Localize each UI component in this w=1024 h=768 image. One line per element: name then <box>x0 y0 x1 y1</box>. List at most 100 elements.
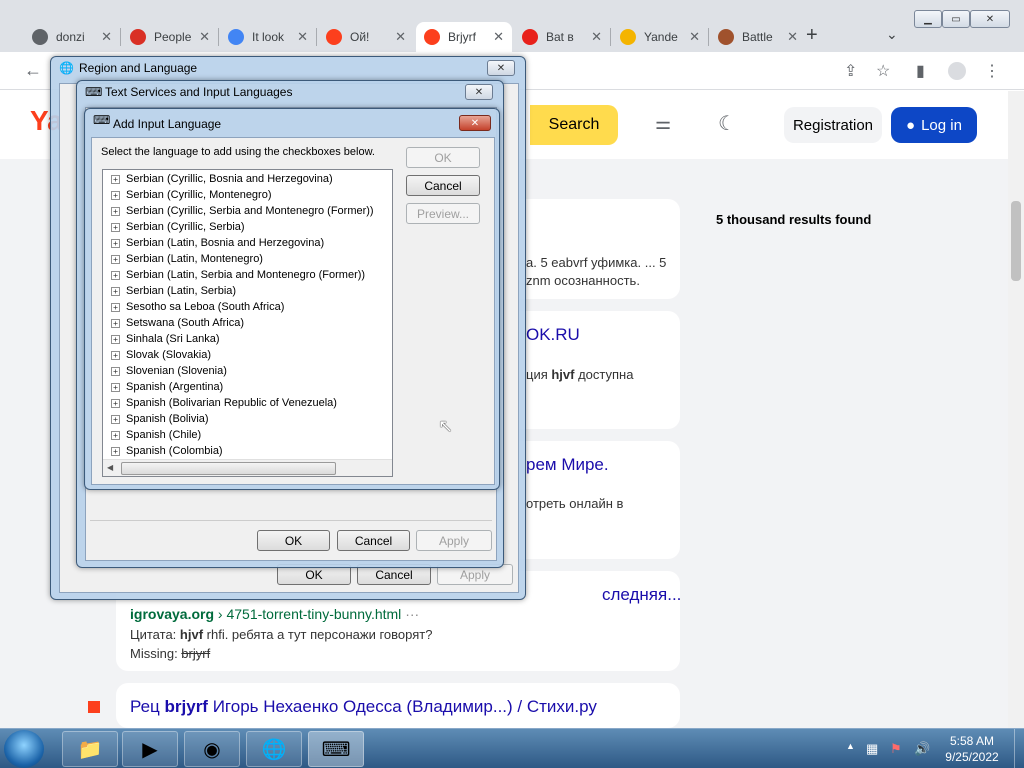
close-window-button[interactable]: ✕ <box>970 10 1010 28</box>
preview-button[interactable]: Preview... <box>406 203 480 224</box>
language-tree-item[interactable]: + Sesotho sa Leboa (South Africa) <box>111 299 284 315</box>
expand-plus-icon[interactable]: + <box>111 350 120 360</box>
language-tree-list[interactable]: + Serbian (Cyrillic, Bosnia and Herzegovi… <box>102 169 393 477</box>
side-panel-icon[interactable]: ▮ <box>916 61 925 81</box>
tab-close-icon[interactable]: ✕ <box>395 29 406 45</box>
language-tree-item[interactable]: + Spanish (Colombia) <box>111 443 223 459</box>
scroll-left-arrow-icon[interactable]: ◀ <box>107 463 113 472</box>
volume-icon[interactable]: 🔊 <box>914 741 930 757</box>
expand-plus-icon[interactable]: + <box>111 430 120 440</box>
expand-plus-icon[interactable]: + <box>111 398 120 408</box>
expand-plus-icon[interactable]: + <box>111 318 120 328</box>
filter-icon[interactable]: ⚌ <box>655 113 671 134</box>
result-title[interactable]: следняя... <box>602 585 681 605</box>
language-tree-item[interactable]: + Serbian (Cyrillic, Serbia) <box>111 219 245 235</box>
search-button[interactable]: Search <box>530 105 618 145</box>
bookmark-star-icon[interactable]: ☆ <box>876 61 890 81</box>
language-tree-item[interactable]: + Serbian (Latin, Serbia and Montenegro (… <box>111 267 365 283</box>
language-tree-item[interactable]: + Serbian (Cyrillic, Bosnia and Herzegovi… <box>111 171 333 187</box>
language-tree-item[interactable]: + Setswana (South Africa) <box>111 315 244 331</box>
expand-plus-icon[interactable]: + <box>111 222 120 232</box>
minimize-button[interactable]: ▁ <box>914 10 942 28</box>
tab-close-icon[interactable]: ✕ <box>787 29 798 45</box>
tab-close-icon[interactable]: ✕ <box>591 29 602 45</box>
page-scrollbar[interactable] <box>1008 91 1024 728</box>
browser-tab[interactable]: Battle ✕ <box>710 22 806 52</box>
expand-plus-icon[interactable]: + <box>111 382 120 392</box>
browser-tab[interactable]: People ✕ <box>122 22 218 52</box>
language-tree-item[interactable]: + Serbian (Latin, Montenegro) <box>111 251 263 267</box>
expand-plus-icon[interactable]: + <box>111 174 120 184</box>
tray-expand-icon[interactable]: ▲ <box>846 741 855 751</box>
expand-plus-icon[interactable]: + <box>111 254 120 264</box>
language-tree-item[interactable]: + Serbian (Latin, Bosnia and Herzegovina) <box>111 235 324 251</box>
maximize-button[interactable]: ▭ <box>942 10 970 28</box>
language-tree-item[interactable]: + Spanish (Bolivia) <box>111 411 209 427</box>
registration-button[interactable]: Registration <box>784 107 882 143</box>
share-icon[interactable]: ⇪ <box>844 61 857 81</box>
close-button[interactable]: ✕ <box>487 60 515 76</box>
expand-plus-icon[interactable]: + <box>111 414 120 424</box>
horizontal-scroll-thumb[interactable] <box>121 462 336 475</box>
result-title[interactable]: рем Мире. <box>526 455 609 475</box>
language-tree-item[interactable]: + Slovak (Slovakia) <box>111 347 211 363</box>
chrome-icon[interactable]: ◉ <box>184 731 240 767</box>
tab-close-icon[interactable]: ✕ <box>297 29 308 45</box>
apply-button[interactable]: Apply <box>416 530 492 551</box>
tab-search-icon[interactable]: ⌄ <box>886 26 898 43</box>
tab-close-icon[interactable]: ✕ <box>101 29 112 45</box>
new-tab-button[interactable]: + <box>806 24 818 47</box>
language-tree-item[interactable]: + Serbian (Cyrillic, Montenegro) <box>111 187 272 203</box>
expand-plus-icon[interactable]: + <box>111 270 120 280</box>
language-tree-item[interactable]: + Serbian (Cyrillic, Serbia and Montenegr… <box>111 203 374 219</box>
expand-plus-icon[interactable]: + <box>111 190 120 200</box>
show-desktop-button[interactable] <box>1014 729 1024 768</box>
cancel-button[interactable]: Cancel <box>406 175 480 196</box>
action-center-icon[interactable]: ⚑ <box>890 741 902 757</box>
result-title[interactable]: OK.RU <box>526 325 580 345</box>
region-globe-icon[interactable]: 🌐 <box>246 731 302 767</box>
close-button[interactable]: ✕ <box>459 115 491 131</box>
scrollbar-thumb[interactable] <box>1011 201 1021 281</box>
expand-plus-icon[interactable]: + <box>111 446 120 456</box>
more-options-icon[interactable]: ··· <box>405 606 419 622</box>
tab-close-icon[interactable]: ✕ <box>493 29 504 45</box>
browser-tab[interactable]: Brjyrf ✕ <box>416 22 512 52</box>
start-button[interactable] <box>4 730 44 768</box>
browser-tab[interactable]: Bat в ✕ <box>514 22 610 52</box>
expand-plus-icon[interactable]: + <box>111 302 120 312</box>
system-clock[interactable]: 5:58 AM 9/25/2022 <box>930 733 1014 765</box>
result-title[interactable]: Рец brjyrf Игорь Нехаенко Одесса (Владим… <box>130 697 597 717</box>
back-arrow-icon[interactable]: ← <box>24 60 42 81</box>
result-url[interactable]: igrovaya.org › 4751-torrent-tiny-bunny.h… <box>130 606 419 622</box>
horizontal-scrollbar[interactable]: ◀ ▶ <box>103 459 392 476</box>
browser-tab[interactable]: donzi ✕ <box>24 22 120 52</box>
language-tree-item[interactable]: + Spanish (Bolivarian Republic of Venezue… <box>111 395 337 411</box>
language-tree-item[interactable]: + Spanish (Chile) <box>111 427 201 443</box>
dark-mode-moon-icon[interactable]: ☾ <box>718 111 736 136</box>
ok-button[interactable]: OK <box>406 147 480 168</box>
explorer-icon[interactable]: 📁 <box>62 731 118 767</box>
language-tree-item[interactable]: + Spanish (Argentina) <box>111 379 223 395</box>
close-button[interactable]: ✕ <box>465 84 493 100</box>
profile-avatar-icon[interactable] <box>948 62 966 80</box>
login-button[interactable]: ● Log in <box>891 107 977 143</box>
browser-tab[interactable]: It look ✕ <box>220 22 316 52</box>
browser-tab[interactable]: Yande ✕ <box>612 22 708 52</box>
media-player-icon[interactable]: ▶ <box>122 731 178 767</box>
language-tree-item[interactable]: + Slovenian (Slovenia) <box>111 363 227 379</box>
cancel-button[interactable]: Cancel <box>337 530 410 551</box>
more-menu-icon[interactable]: ⋮ <box>984 61 1000 81</box>
language-tree-item[interactable]: + Sinhala (Sri Lanka) <box>111 331 220 347</box>
tab-close-icon[interactable]: ✕ <box>199 29 210 45</box>
language-tree-item[interactable]: + Serbian (Latin, Serbia) <box>111 283 236 299</box>
expand-plus-icon[interactable]: + <box>111 286 120 296</box>
keyboard-taskbar-icon[interactable]: ⌨ <box>308 731 364 767</box>
ok-button[interactable]: OK <box>257 530 330 551</box>
browser-tab[interactable]: Ой! ✕ <box>318 22 414 52</box>
expand-plus-icon[interactable]: + <box>111 238 120 248</box>
network-icon[interactable]: ▦ <box>866 741 878 757</box>
expand-plus-icon[interactable]: + <box>111 206 120 216</box>
tab-close-icon[interactable]: ✕ <box>689 29 700 45</box>
expand-plus-icon[interactable]: + <box>111 334 120 344</box>
